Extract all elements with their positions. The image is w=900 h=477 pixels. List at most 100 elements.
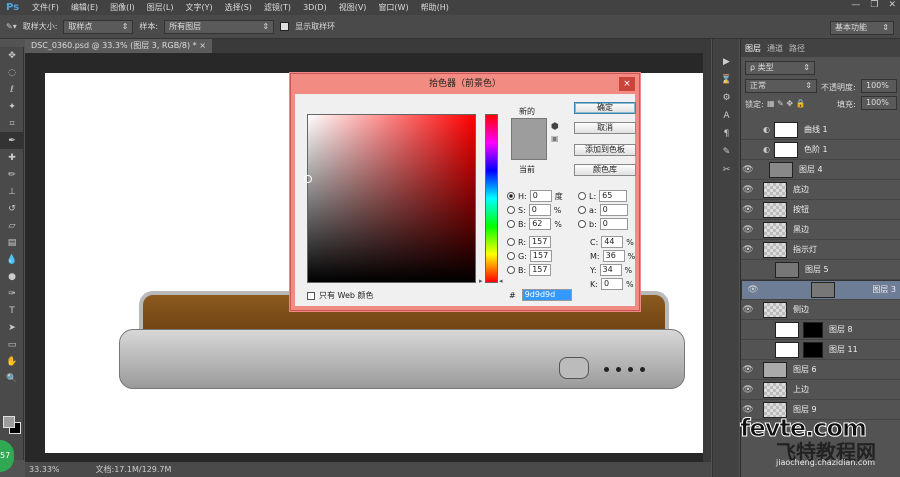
gamut-warning-icon[interactable]: ⬢ bbox=[551, 122, 559, 132]
opacity-input[interactable]: 100% bbox=[861, 79, 897, 93]
input-a[interactable]: 0 bbox=[599, 204, 628, 216]
tab-layers[interactable]: 图层 bbox=[745, 43, 761, 54]
input-b[interactable]: 62 bbox=[529, 218, 552, 230]
radio-a[interactable] bbox=[578, 206, 586, 214]
ok-button[interactable]: 确定 bbox=[574, 102, 636, 114]
tool-presets-icon[interactable]: ✂ bbox=[713, 161, 740, 179]
radio-lab-b[interactable] bbox=[578, 220, 586, 228]
input-y[interactable]: 34 bbox=[599, 264, 622, 276]
input-m[interactable]: 36 bbox=[602, 250, 625, 262]
layer-row[interactable]: 👁 侧边 bbox=[741, 300, 900, 320]
menu-view[interactable]: 视图(V) bbox=[333, 2, 373, 13]
history-icon[interactable]: ⌛ bbox=[713, 71, 740, 89]
quick-select-tool-icon[interactable]: ✦ bbox=[0, 98, 24, 115]
layer-row[interactable]: 👁 上边 bbox=[741, 380, 900, 400]
radio-s[interactable] bbox=[507, 206, 515, 214]
color-field-cursor[interactable] bbox=[304, 175, 312, 183]
character-icon[interactable]: A bbox=[713, 107, 740, 125]
cancel-button[interactable]: 取消 bbox=[574, 122, 636, 134]
menu-type[interactable]: 文字(Y) bbox=[179, 2, 218, 13]
layer-row[interactable]: ◐ 曲线 1 bbox=[741, 120, 900, 140]
close-tab-icon[interactable]: × bbox=[199, 41, 206, 50]
eraser-tool-icon[interactable]: ▱ bbox=[0, 217, 24, 234]
layer-row[interactable]: ◐ 色阶 1 bbox=[741, 140, 900, 160]
visibility-toggle[interactable]: 👁 bbox=[741, 305, 755, 315]
pen-tool-icon[interactable]: ✑ bbox=[0, 285, 24, 302]
input-g[interactable]: 157 bbox=[529, 250, 552, 262]
menu-file[interactable]: 文件(F) bbox=[26, 2, 65, 13]
zoom-level[interactable]: 33.33% bbox=[29, 465, 60, 474]
input-c[interactable]: 44 bbox=[601, 236, 624, 248]
layer-row[interactable]: 图层 11 bbox=[741, 340, 900, 360]
input-blue[interactable]: 157 bbox=[529, 264, 552, 276]
visibility-toggle[interactable]: 👁 bbox=[741, 405, 755, 415]
dodge-tool-icon[interactable]: ● bbox=[0, 268, 24, 285]
properties-icon[interactable]: ⚙ bbox=[713, 89, 740, 107]
radio-h[interactable] bbox=[507, 192, 515, 200]
web-safe-icon[interactable]: ▣ bbox=[551, 134, 559, 143]
type-tool-icon[interactable]: T bbox=[0, 302, 24, 319]
layer-row[interactable]: 👁 黑边 bbox=[741, 220, 900, 240]
restore-button[interactable]: ❐ bbox=[870, 0, 878, 10]
document-tab[interactable]: DSC_0360.psd @ 33.3% (图层 3, RGB/8) * × bbox=[25, 39, 212, 53]
play-icon[interactable]: ▶ bbox=[713, 53, 740, 71]
blur-tool-icon[interactable]: 💧 bbox=[0, 251, 24, 268]
input-s[interactable]: 0 bbox=[528, 204, 551, 216]
visibility-toggle[interactable]: 👁 bbox=[746, 284, 760, 296]
tab-paths[interactable]: 路径 bbox=[789, 43, 805, 54]
menu-edit[interactable]: 编辑(E) bbox=[65, 2, 104, 13]
fill-input[interactable]: 100% bbox=[861, 96, 897, 110]
radio-l[interactable] bbox=[578, 192, 586, 200]
add-to-swatches-button[interactable]: 添加到色板 bbox=[574, 144, 636, 156]
menu-window[interactable]: 窗口(W) bbox=[372, 2, 414, 13]
input-l[interactable]: 65 bbox=[599, 190, 628, 202]
blend-mode-select[interactable]: 正常 ⇕ bbox=[745, 79, 817, 93]
visibility-toggle[interactable]: 👁 bbox=[741, 185, 755, 195]
color-swatches[interactable] bbox=[3, 416, 21, 434]
visibility-toggle[interactable]: 👁 bbox=[741, 165, 755, 175]
layer-row-selected[interactable]: 👁 图层 3 bbox=[741, 280, 900, 300]
foreground-color-swatch[interactable] bbox=[3, 416, 15, 428]
gradient-tool-icon[interactable]: ▤ bbox=[0, 234, 24, 251]
brush-tool-icon[interactable]: ✏ bbox=[0, 166, 24, 183]
layer-row[interactable]: 👁 指示灯 bbox=[741, 240, 900, 260]
shape-tool-icon[interactable]: ▭ bbox=[0, 336, 24, 353]
menu-layer[interactable]: 图层(L) bbox=[141, 2, 180, 13]
input-h[interactable]: 0 bbox=[529, 190, 552, 202]
path-select-tool-icon[interactable]: ➤ bbox=[0, 319, 24, 336]
paragraph-icon[interactable]: ¶ bbox=[713, 125, 740, 143]
sample-select[interactable]: 所有图层 ⇕ bbox=[164, 19, 275, 34]
visibility-toggle[interactable]: 👁 bbox=[741, 245, 755, 255]
hand-tool-icon[interactable]: ✋ bbox=[0, 353, 24, 370]
workspace-select[interactable]: 基本功能 ⇕ bbox=[830, 21, 894, 35]
menu-image[interactable]: 图像(I) bbox=[104, 2, 141, 13]
visibility-toggle[interactable]: 👁 bbox=[741, 385, 755, 395]
current-color-swatch[interactable] bbox=[512, 139, 546, 159]
layer-row[interactable]: 👁 按钮 bbox=[741, 200, 900, 220]
menu-select[interactable]: 选择(S) bbox=[219, 2, 258, 13]
crop-tool-icon[interactable]: ⌗ bbox=[0, 115, 24, 132]
radio-blue[interactable] bbox=[507, 266, 515, 274]
sample-size-select[interactable]: 取样点 ⇕ bbox=[63, 19, 134, 34]
color-libraries-button[interactable]: 颜色库 bbox=[574, 164, 636, 176]
layer-row[interactable]: 👁 图层 4 bbox=[741, 160, 900, 180]
layer-row[interactable]: 图层 5 bbox=[741, 260, 900, 280]
hue-slider-right-arrow-icon[interactable]: ◂ bbox=[499, 277, 503, 285]
brush-presets-icon[interactable]: ✎ bbox=[713, 143, 740, 161]
show-ring-checkbox[interactable] bbox=[280, 22, 290, 31]
layer-row[interactable]: 👁 图层 6 bbox=[741, 360, 900, 380]
input-lab-b[interactable]: 0 bbox=[599, 218, 628, 230]
layer-kind-filter[interactable]: ρ 类型 ⇕ bbox=[745, 61, 815, 75]
eyedropper-tool-icon[interactable]: ✒ bbox=[0, 132, 24, 149]
lock-icons[interactable]: ▦ ✎ ✥ 🔒 bbox=[767, 99, 806, 108]
clone-stamp-tool-icon[interactable]: ⊥ bbox=[0, 183, 24, 200]
only-web-colors[interactable]: 只有 Web 颜色 bbox=[307, 290, 374, 301]
visibility-toggle[interactable]: 👁 bbox=[741, 225, 755, 235]
eyedropper-icon[interactable]: ✎▾ bbox=[6, 22, 17, 31]
vertical-scrollbar[interactable] bbox=[703, 53, 711, 462]
visibility-toggle[interactable]: 👁 bbox=[741, 205, 755, 215]
visibility-toggle[interactable]: 👁 bbox=[741, 365, 755, 375]
input-k[interactable]: 0 bbox=[600, 278, 623, 290]
move-tool-icon[interactable]: ✥ bbox=[0, 47, 24, 64]
zoom-tool-icon[interactable]: 🔍 bbox=[0, 370, 24, 387]
